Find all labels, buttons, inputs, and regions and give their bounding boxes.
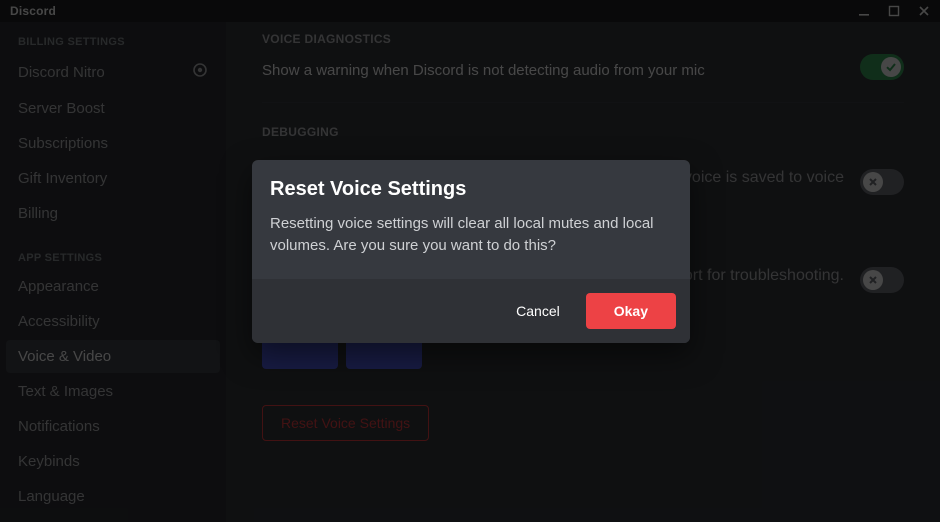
okay-button[interactable]: Okay	[586, 293, 676, 329]
modal-body: Resetting voice settings will clear all …	[252, 207, 690, 279]
modal-title: Reset Voice Settings	[270, 178, 672, 201]
modal-header: Reset Voice Settings	[252, 160, 690, 207]
reset-voice-modal: Reset Voice Settings Resetting voice set…	[252, 160, 690, 343]
cancel-button[interactable]: Cancel	[510, 295, 566, 327]
modal-footer: Cancel Okay	[252, 279, 690, 343]
